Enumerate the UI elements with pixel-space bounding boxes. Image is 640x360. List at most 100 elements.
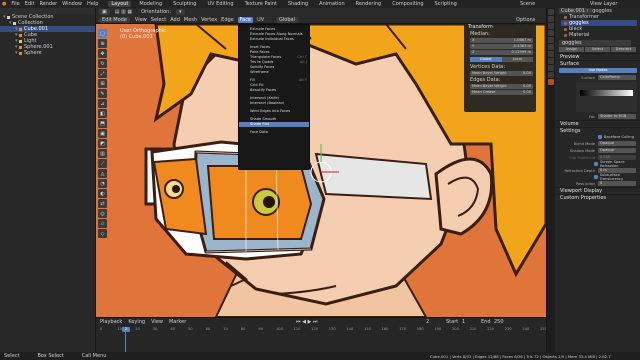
workspace-tab-scripting[interactable]: Scripting xyxy=(432,1,460,7)
options-button[interactable]: Options xyxy=(516,17,535,23)
viewport-menu-select[interactable]: Select xyxy=(151,17,166,23)
shrink-fatten-tool-icon[interactable]: ◎ xyxy=(98,209,107,218)
custom-properties-section[interactable]: Custom Properties xyxy=(556,194,640,201)
menu-item-wireframe[interactable]: Wireframe xyxy=(239,70,309,75)
playhead[interactable]: 2 xyxy=(122,327,130,332)
tool-tab-icon[interactable] xyxy=(548,9,554,15)
workspace-tab-rendering[interactable]: Rendering xyxy=(353,1,385,7)
volume-section[interactable]: Volume xyxy=(556,120,640,127)
settings-section[interactable]: Settings xyxy=(556,127,640,134)
pass-index-value[interactable]: 0 xyxy=(598,181,636,186)
workspace-tab-shading[interactable]: Shading xyxy=(285,1,311,7)
modifier-tab-icon[interactable] xyxy=(548,58,554,64)
inset-tool-icon[interactable]: ▣ xyxy=(98,129,107,138)
surface-section[interactable]: Surface xyxy=(556,60,640,67)
viewport-menu-edge[interactable]: Edge xyxy=(221,17,234,23)
knife-tool-icon[interactable]: ⟋ xyxy=(98,159,107,168)
vertex-bevel-weight-field[interactable]: Mean Bevel Weight 0.00 xyxy=(470,71,533,76)
frame-end-field[interactable]: 250 xyxy=(494,319,504,325)
select-box-tool-icon[interactable]: ▢ xyxy=(98,29,107,38)
timeline-menu-keying[interactable]: Keying xyxy=(128,319,145,325)
scene-tab-icon[interactable] xyxy=(548,37,554,43)
workspace-tab-modeling[interactable]: Modeling xyxy=(136,1,165,7)
color-ramp-gradient[interactable] xyxy=(580,90,633,96)
mode-selector[interactable]: Edit Mode xyxy=(99,17,130,23)
viewport-menu-uv[interactable]: UV xyxy=(257,17,264,23)
median-y-field[interactable]: Y -0.4363 m xyxy=(470,44,533,49)
workspace-tab-uv-editing[interactable]: UV Editing xyxy=(204,1,236,7)
viewport-menu-mesh[interactable]: Mesh xyxy=(184,17,197,23)
view-layer-selector[interactable]: View Layer xyxy=(590,1,617,7)
top-menu-help[interactable]: Help xyxy=(87,1,98,7)
shear-tool-icon[interactable]: ▱ xyxy=(98,219,107,228)
workspace-tab-animation[interactable]: Animation xyxy=(316,1,348,7)
workspace-tab-sculpting[interactable]: Sculpting xyxy=(170,1,199,7)
top-menu-edit[interactable]: Edit xyxy=(25,1,35,7)
material-tab-icon[interactable] xyxy=(548,79,554,85)
color-ramp-widget[interactable] xyxy=(576,82,637,112)
workspace-tab-texture-paint[interactable]: Texture Paint xyxy=(242,1,280,7)
spin-tool-icon[interactable]: ◔ xyxy=(98,179,107,188)
median-x-field[interactable]: X 1.0667 m xyxy=(470,38,533,43)
timeline-ruler[interactable]: 0 10 20 30 40 50 60 70 80 90 100 110 120 130 140 150 160… xyxy=(100,327,547,335)
output-tab-icon[interactable] xyxy=(548,23,554,29)
clip-threshold-value[interactable]: 0.500 xyxy=(598,155,636,160)
menu-item-beautify-faces[interactable]: Beautify Faces xyxy=(239,88,309,93)
viewport-menu-add[interactable]: Add xyxy=(170,17,180,23)
blend-mode-value[interactable]: Opaque xyxy=(598,141,636,146)
data-tab-icon[interactable] xyxy=(548,72,554,78)
timeline-menu-view[interactable]: View xyxy=(151,319,163,325)
menu-item-extrude-individual-faces[interactable]: Extrude Individual Faces xyxy=(239,37,309,42)
rotate-tool-icon[interactable]: ↻ xyxy=(98,59,107,68)
median-z-field[interactable]: Z 0.12999 m xyxy=(470,50,533,55)
extrude-tool-icon[interactable]: ⬒ xyxy=(98,119,107,128)
blender-logo-icon[interactable]: ● xyxy=(2,1,6,7)
move-tool-icon[interactable]: ✥ xyxy=(98,49,107,58)
timeline-menu-marker[interactable]: Marker xyxy=(169,319,186,325)
viewport-menu-face[interactable]: Face xyxy=(237,17,254,23)
viewport-menu-view[interactable]: View xyxy=(135,17,147,23)
timeline-menu-playback[interactable]: Playback xyxy=(100,319,122,325)
material-slot[interactable]: Material xyxy=(561,32,637,38)
workspace-tab-compositing[interactable]: Compositing xyxy=(389,1,426,7)
edge-bevel-weight-field[interactable]: Mean Bevel Weight 0.00 xyxy=(470,84,533,89)
smooth-tool-icon[interactable]: ◐ xyxy=(98,189,107,198)
outliner-item[interactable]: ▾ Sphere xyxy=(0,50,95,56)
poly-build-tool-icon[interactable]: ◬ xyxy=(98,169,107,178)
frame-start-field[interactable]: 1 xyxy=(462,319,465,325)
transform-section-title[interactable]: Transform xyxy=(464,24,536,31)
world-tab-icon[interactable] xyxy=(548,44,554,50)
bevel-tool-icon[interactable]: ◩ xyxy=(98,139,107,148)
sss-checkbox[interactable] xyxy=(594,175,598,179)
workspace-tab-layout[interactable]: Layout xyxy=(108,1,132,7)
add-cube-tool-icon[interactable]: ◧ xyxy=(98,109,107,118)
select-button[interactable]: Select xyxy=(585,47,610,52)
viewport-display-section[interactable]: Viewport Display xyxy=(556,187,640,194)
cursor-tool-icon[interactable]: ⊕ xyxy=(98,39,107,48)
playback-controls[interactable]: ⏮ ◀ ▶ ⏭ xyxy=(296,319,317,325)
material-selector[interactable]: goggles xyxy=(556,40,640,46)
tab-global[interactable]: Global xyxy=(470,57,502,62)
mean-crease-field[interactable]: Mean Crease 0.00 xyxy=(470,90,533,95)
surface-value[interactable]: ColorRamp xyxy=(598,75,636,80)
top-menu-file[interactable]: File xyxy=(11,1,19,7)
loop-cut-tool-icon[interactable]: ▥ xyxy=(98,149,107,158)
measure-tool-icon[interactable]: ⊿ xyxy=(98,99,107,108)
edge-slide-tool-icon[interactable]: ⇄ xyxy=(98,199,107,208)
use-nodes-button[interactable]: Use Nodes xyxy=(559,68,637,73)
menu-item-weld-edges-into-faces[interactable]: Weld Edges into Faces xyxy=(239,109,309,114)
annotate-tool-icon[interactable]: ✎ xyxy=(98,89,107,98)
orientation-selector[interactable]: Global xyxy=(276,17,298,23)
object-tab-icon[interactable] xyxy=(548,51,554,57)
frame-current-field[interactable]: 2 xyxy=(426,319,429,325)
tab-local[interactable]: Local xyxy=(501,57,533,62)
rip-tool-icon[interactable]: ◇ xyxy=(98,229,107,238)
top-menu-window[interactable]: Window xyxy=(62,1,82,7)
constraint-tab-icon[interactable] xyxy=(548,65,554,71)
view-layer-tab-icon[interactable] xyxy=(548,30,554,36)
menu-item-face-data[interactable]: Face Data xyxy=(239,130,309,135)
assign-button[interactable]: Assign xyxy=(559,47,584,52)
backface-culling-checkbox[interactable] xyxy=(598,135,602,139)
scale-tool-icon[interactable]: ⤢ xyxy=(98,69,107,78)
fac-value[interactable]: Shader to RGB xyxy=(598,114,636,119)
